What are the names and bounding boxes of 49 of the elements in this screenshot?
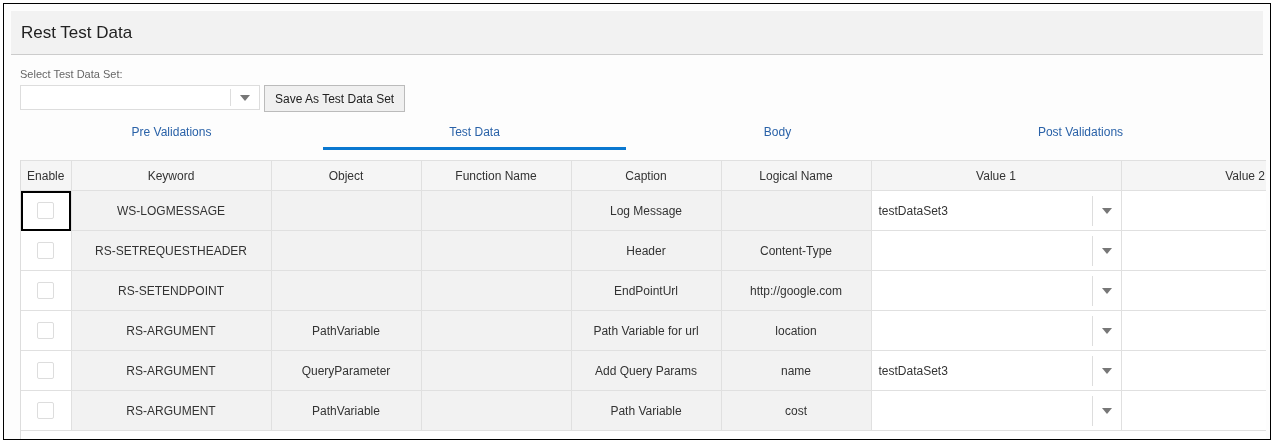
caret-icon	[1101, 367, 1112, 374]
table-cell: RS-SETREQUESTHEADER	[71, 230, 271, 271]
table-cell: WS-LOGMESSAGE	[71, 190, 271, 231]
column-header: Logical Name	[721, 160, 871, 191]
caret-icon	[240, 94, 250, 101]
caret-icon	[1101, 247, 1112, 254]
table-cell: cost	[721, 390, 871, 431]
table-cell: PathVariable	[271, 390, 421, 431]
tab[interactable]: Test Data	[323, 119, 626, 150]
table-cell: EndPointUrl	[571, 270, 721, 311]
caret-icon	[1101, 287, 1112, 294]
table-cell: http://google.com	[721, 270, 871, 311]
column-header: Caption	[571, 160, 721, 191]
test-data-set-select[interactable]	[20, 85, 260, 110]
save-button[interactable]: Save As Test Data Set	[264, 85, 406, 112]
checkbox[interactable]	[37, 402, 55, 419]
table-cell: RS-ARGUMENT	[71, 350, 271, 391]
caret-icon	[1101, 207, 1112, 214]
caret-icon	[1101, 327, 1112, 334]
column-header: Enable	[21, 160, 71, 191]
table-cell: Path Variable	[571, 390, 721, 431]
table-cell: name	[721, 350, 871, 391]
tab[interactable]: Body	[626, 119, 929, 150]
table-cell: RS-SETENDPOINT	[71, 270, 271, 311]
caret-icon	[1101, 407, 1112, 414]
table-cell: RS-ARGUMENT	[71, 310, 271, 351]
checkbox[interactable]	[37, 322, 55, 339]
table-cell: location	[721, 310, 871, 351]
table-cell: Add Query Params	[571, 350, 721, 391]
checkbox[interactable]	[37, 242, 55, 259]
column-header: Function Name	[421, 160, 571, 191]
table-cell: Log Message	[571, 190, 721, 231]
table-cell: PathVariable	[271, 310, 421, 351]
tab[interactable]: Post Validations	[929, 119, 1232, 150]
checkbox[interactable]	[37, 362, 55, 379]
tab[interactable]: Pre Validations	[20, 119, 323, 150]
table-cell: Content-Type	[721, 230, 871, 271]
checkbox[interactable]	[37, 282, 55, 299]
checkbox[interactable]	[37, 202, 55, 219]
table-cell: Header	[571, 230, 721, 271]
table-cell: Path Variable for url	[571, 310, 721, 351]
table-cell: QueryParameter	[271, 350, 421, 391]
column-header: Value 2	[1121, 160, 1266, 191]
panel-title: Rest Test Data	[21, 22, 133, 43]
column-header: Value 1	[871, 160, 1121, 191]
column-header: Keyword	[71, 160, 271, 191]
field-label: Select Test Data Set:	[20, 68, 124, 80]
column-header: Object	[271, 160, 421, 191]
table-cell: RS-ARGUMENT	[71, 390, 271, 431]
